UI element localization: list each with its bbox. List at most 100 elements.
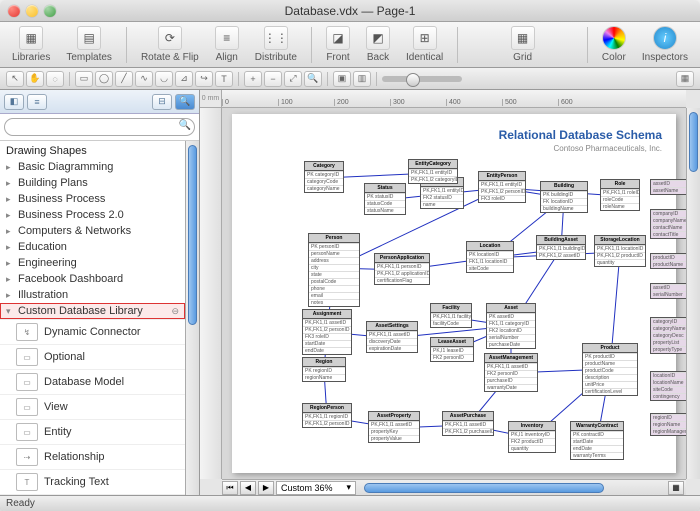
grid-button[interactable]: ▦ Grid — [505, 24, 541, 65]
curve-tool-icon[interactable]: ∿ — [135, 71, 153, 87]
tree-category[interactable]: ▸Education — [0, 239, 185, 255]
line-tool-icon[interactable]: ╱ — [115, 71, 133, 87]
distribute-button[interactable]: ⋮⋮ Distribute — [249, 24, 303, 65]
polyline-tool-icon[interactable]: ⊿ — [175, 71, 193, 87]
tree-category[interactable]: ▸Basic Diagramming — [0, 159, 185, 175]
db-table[interactable]: BuildingPK buildingIDFK locationIDbuildi… — [540, 181, 588, 213]
table-row: personName — [309, 250, 359, 257]
libraries-button[interactable]: ▦ Libraries — [6, 24, 56, 65]
db-table[interactable]: PersonApplicationPK,FK1,I1 personIDPK,FK… — [374, 253, 430, 285]
rotate-flip-button[interactable]: ⟳ Rotate & Flip — [135, 24, 205, 65]
tree-category[interactable]: ▸Illustration — [0, 287, 185, 303]
scrollbar-thumb[interactable] — [689, 112, 698, 172]
db-table[interactable]: RegionPersonPK,FK1,I1 regionIDPK,FK1,I2 … — [302, 403, 352, 428]
stencil-item[interactable]: TTracking Text — [0, 469, 185, 494]
tree-category[interactable]: ▸Business Process — [0, 191, 185, 207]
db-table[interactable]: EntityPersonPK,FK1,I1 entityIDPK,FK1,I2 … — [478, 171, 526, 203]
sidebar-search-icon[interactable]: 🔍 — [175, 94, 195, 110]
tree-category[interactable]: ▸Facebook Dashboard — [0, 271, 185, 287]
zoom-slider[interactable] — [382, 76, 462, 82]
db-table[interactable]: AssetPK assetIDFK1,I1 categoryIDFK2 loca… — [486, 303, 536, 349]
front-button[interactable]: ◪ Front — [320, 24, 356, 65]
prev-page-icon[interactable]: ◀ — [240, 481, 256, 495]
db-table[interactable]: AssetPurchasePK,FK1,I1 assetIDPK,FK1,I2 … — [442, 411, 494, 436]
grid-icon: ▦ — [511, 26, 535, 50]
custom-library-item[interactable]: ▾ Custom Database Library ⊖ — [0, 303, 185, 319]
db-table[interactable]: LocationPK locationIDFK1,I1 locationIDsi… — [466, 241, 514, 273]
align-button[interactable]: ≡ Align — [209, 24, 245, 65]
pointer-tool-icon[interactable]: ↖ — [6, 71, 24, 87]
db-table[interactable]: PersonPK personIDpersonNameaddresscityst… — [308, 233, 360, 307]
page-prefs-icon[interactable]: ▦ — [668, 481, 684, 495]
db-table[interactable]: AssetPropertyPK,FK1,I1 assetIDpropertyKe… — [368, 411, 420, 443]
connector-tool-icon[interactable]: ↪ — [195, 71, 213, 87]
db-table[interactable]: StatusPK statusIDstatusCodestatusName — [364, 183, 406, 215]
sidebar-scrollbar[interactable] — [185, 141, 199, 495]
db-table[interactable]: InventoryPK,I1 inventoryIDFK2 productIDq… — [508, 421, 556, 453]
zoom-field[interactable]: Custom 36% ▾ — [276, 481, 356, 495]
lasso-tool-icon[interactable]: ◌ — [46, 71, 64, 87]
tree-category[interactable]: ▸Building Plans — [0, 175, 185, 191]
color-button[interactable]: Color — [596, 24, 632, 65]
ellipse-tool-icon[interactable]: ◯ — [95, 71, 113, 87]
close-icon[interactable]: ⊖ — [171, 306, 179, 317]
db-table[interactable]: WarrantyContractPK contractIDstartDateen… — [570, 421, 624, 460]
stencil-item[interactable]: ▭View — [0, 394, 185, 419]
canvas[interactable]: Relational Database Schema Contoso Pharm… — [222, 108, 686, 479]
tree-category[interactable]: ▸Engineering — [0, 255, 185, 271]
db-table[interactable]: RolePK,FK1,I1 roleIDroleCoderoleName — [600, 179, 640, 211]
sidebar-list-icon[interactable]: ≡ — [27, 94, 47, 110]
arc-tool-icon[interactable]: ◡ — [155, 71, 173, 87]
next-page-icon[interactable]: ▶ — [258, 481, 274, 495]
magnifier-icon[interactable]: 🔍 — [304, 71, 322, 87]
db-table[interactable]: ProductPK productIDproductNameproductCod… — [582, 343, 638, 396]
db-table[interactable]: AssetManagementPK,FK1,I1 assetIDFK2 pers… — [484, 353, 538, 392]
scrollbar-thumb[interactable] — [188, 145, 197, 325]
table-row: PK,FK1,I2 personID — [303, 420, 351, 427]
table-row: PK regionID — [303, 367, 345, 374]
table-header: PersonApplication — [375, 254, 429, 263]
guides-icon[interactable]: ▥ — [353, 71, 371, 87]
templates-button[interactable]: ▤ Templates — [60, 24, 118, 65]
stencil-item[interactable]: ▭Database Model — [0, 369, 185, 394]
stencil-item[interactable]: ⇢Relationship — [0, 444, 185, 469]
scrollbar-thumb[interactable] — [364, 483, 604, 493]
back-button[interactable]: ◩ Back — [360, 24, 396, 65]
db-table[interactable]: BuildingAssetPK,FK1,I1 buildingIDPK,FK1,… — [536, 235, 586, 260]
text-tool-icon[interactable]: T — [215, 71, 233, 87]
search-input[interactable] — [4, 118, 195, 136]
stencil-item[interactable]: ↯Dynamic Connector — [0, 319, 185, 344]
sidebar-collapse-icon[interactable]: ⊟ — [152, 94, 172, 110]
db-table[interactable]: CategoryPK categoryIDcategoryCodecategor… — [304, 161, 344, 193]
tree-category[interactable]: ▸Business Process 2.0 — [0, 207, 185, 223]
table-header: Status — [365, 184, 405, 193]
sidebar-toolbar: ◧ ≡ ⊟ 🔍 — [0, 90, 199, 114]
db-table[interactable]: AssignmentPK,FK1,I1 assetIDPK,FK1,I2 per… — [302, 309, 352, 355]
db-table[interactable]: LeaseAssetPK,I1 leaseIDFK2 personID — [430, 337, 474, 362]
stencil-item[interactable]: ▭Entity — [0, 419, 185, 444]
table-header: Category — [305, 162, 343, 171]
hand-tool-icon[interactable]: ✋ — [26, 71, 44, 87]
db-table[interactable]: FacilityPK,FK1,I1 facilityIDfacilityCode — [430, 303, 472, 328]
stencil-item[interactable]: ▭Optional — [0, 344, 185, 369]
info-icon: i — [653, 26, 677, 50]
table-row: quantity — [595, 259, 645, 266]
page-settings-icon[interactable]: ▦ — [676, 71, 694, 87]
first-page-icon[interactable]: ⏮ — [222, 481, 238, 495]
db-table[interactable]: EntityCategoryPK,FK1,I1 entityIDPK,FK1,I… — [408, 159, 458, 184]
identical-button[interactable]: ⊞ Identical — [400, 24, 449, 65]
inspectors-button[interactable]: i Inspectors — [636, 24, 694, 65]
zoom-out-icon[interactable]: − — [264, 71, 282, 87]
sidebar-view-icon[interactable]: ◧ — [4, 94, 24, 110]
vertical-scrollbar[interactable] — [686, 108, 700, 479]
db-table[interactable]: RegionPK regionIDregionName — [302, 357, 346, 382]
zoom-fit-icon[interactable]: ⤢ — [284, 71, 302, 87]
db-table[interactable]: AssetSettingsPK,FK1,I1 assetIDdiscoveryD… — [366, 321, 418, 353]
zoom-in-icon[interactable]: + — [244, 71, 262, 87]
hscroll-track[interactable] — [364, 483, 664, 493]
tree-category[interactable]: ▸Computers & Networks — [0, 223, 185, 239]
db-table[interactable]: StorageLocationPK,FK1,I1 locationIDPK,FK… — [594, 235, 646, 267]
snap-icon[interactable]: ▣ — [333, 71, 351, 87]
rect-tool-icon[interactable]: ▭ — [75, 71, 93, 87]
table-row: discoveryDate — [367, 338, 417, 345]
